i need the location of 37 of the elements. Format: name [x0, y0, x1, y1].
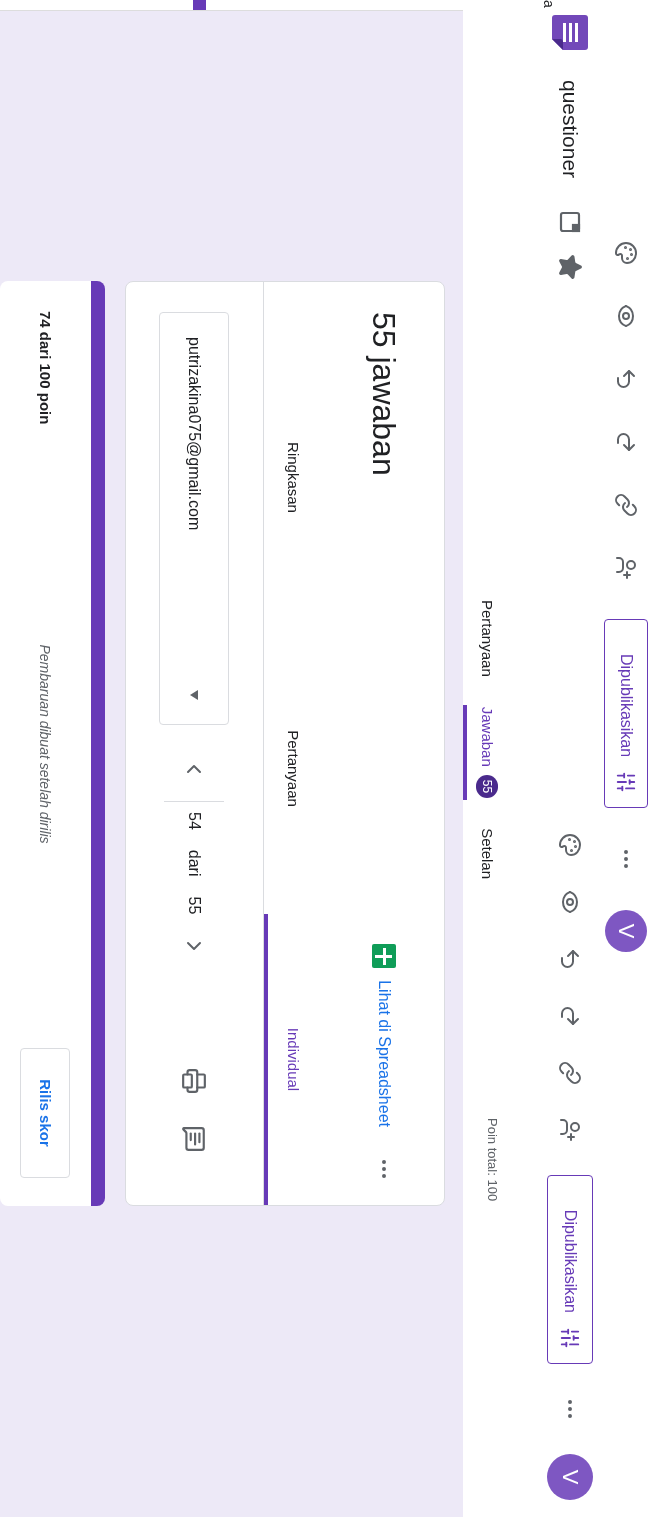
- forms-logo[interactable]: [552, 15, 588, 50]
- add-person-icon[interactable]: [558, 1117, 582, 1142]
- tab[interactable]: Pertanyaan: [463, 598, 508, 679]
- link-icon[interactable]: [614, 493, 639, 517]
- link-icon[interactable]: [558, 1060, 582, 1085]
- page-of: dari: [185, 849, 204, 877]
- caret-icon: [190, 690, 199, 700]
- tab[interactable]: Pertanyaan: [264, 623, 324, 914]
- responses-count: 55 jawaban: [365, 312, 403, 476]
- sliders-icon: [559, 1327, 581, 1349]
- form-title[interactable]: questioner: [558, 80, 582, 179]
- partial-text: a: [541, 0, 557, 8]
- tab[interactable]: Ringkasan: [264, 332, 324, 623]
- note-icon[interactable]: [181, 1126, 208, 1153]
- spreadsheet-link[interactable]: Lihat di Spreadsheet: [372, 944, 396, 1127]
- points-total: Poin total: 100: [485, 1118, 500, 1202]
- star-icon[interactable]: [557, 254, 583, 281]
- sliders-icon: [615, 771, 638, 794]
- publish-button[interactable]: Dipublikasikan: [547, 1174, 593, 1364]
- tab[interactable]: Individual: [264, 914, 324, 1204]
- folder-icon[interactable]: [558, 210, 582, 235]
- respondent-select[interactable]: putrizakina075@gmail.com: [159, 312, 230, 725]
- page-total: 55: [185, 896, 204, 915]
- release-note: Pembaruan dibuat setelah dirilis: [37, 644, 54, 844]
- add-person-icon[interactable]: [614, 556, 639, 580]
- print-icon[interactable]: [181, 1068, 208, 1095]
- page-number[interactable]: 54: [164, 801, 225, 830]
- release-score-button[interactable]: Rilis skor: [20, 1048, 71, 1178]
- count-badge: 55: [476, 774, 499, 799]
- palette-icon[interactable]: [614, 241, 639, 265]
- tab[interactable]: Setelan: [463, 826, 508, 881]
- score-text: 74 dari 100 poin: [37, 311, 54, 425]
- avatar[interactable]: V: [605, 910, 648, 953]
- palette-icon[interactable]: [558, 832, 582, 857]
- publish-button[interactable]: Dipublikasikan: [604, 619, 649, 809]
- sheets-icon: [372, 944, 396, 969]
- avatar[interactable]: V: [547, 1454, 593, 1500]
